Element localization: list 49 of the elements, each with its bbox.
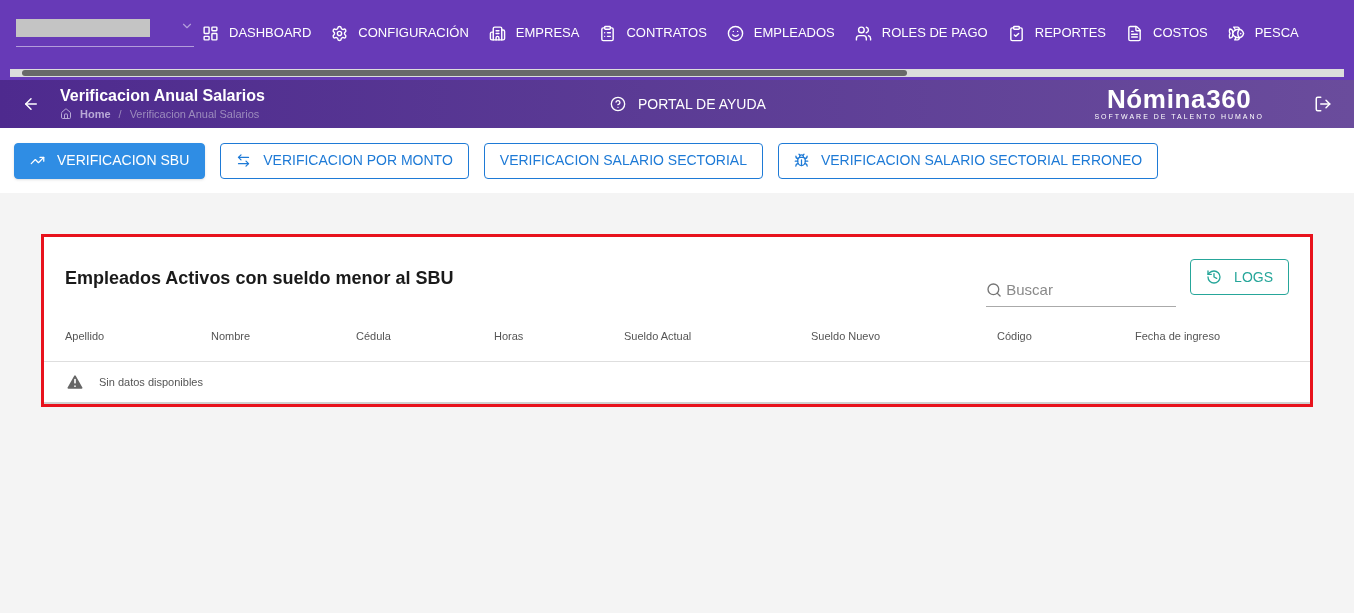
column-header: Sueldo Actual — [624, 329, 693, 345]
logout-icon[interactable] — [1314, 95, 1332, 113]
card-title: Empleados Activos con sueldo menor al SBU — [65, 267, 454, 290]
column-header: Sueldo Nuevo — [811, 329, 882, 345]
face-icon — [726, 24, 744, 42]
column-header: Horas — [494, 329, 525, 345]
bug-icon — [793, 153, 809, 168]
swap-arrows-icon — [236, 153, 252, 168]
column-header: Código — [997, 329, 1033, 345]
breadcrumb-link[interactable]: Home — [80, 105, 111, 123]
help-link[interactable]: PORTAL DE AYUDA — [610, 93, 766, 115]
nav-link[interactable]: CONFIGURACIÓN — [331, 23, 469, 43]
home-icon — [60, 108, 72, 120]
tab-button[interactable]: VERIFICACION SALARIO SECTORIAL ERRONEO — [777, 142, 1159, 179]
empty-message: Sin datos disponibles — [99, 374, 203, 390]
page-title: Verificacion Anual Salarios — [60, 85, 266, 106]
logo-text: Nómina360 — [1106, 85, 1252, 112]
clipboard-icon — [599, 24, 617, 42]
column-header: Fecha de ingreso — [1135, 329, 1221, 345]
column-header: Apellido — [65, 329, 106, 345]
nav-link[interactable]: EMPRESA — [488, 23, 580, 43]
history-icon — [1206, 269, 1223, 285]
fish-icon — [1227, 24, 1245, 42]
breadcrumb-current: Verificacion Anual Salarios — [129, 106, 260, 122]
scrollbar[interactable] — [0, 66, 1354, 80]
people-icon — [854, 24, 872, 42]
document-icon — [1126, 24, 1144, 42]
building-icon — [488, 24, 506, 42]
tab-button[interactable]: VERIFICACION SALARIO SECTORIAL — [483, 142, 763, 179]
nav-link[interactable]: CONTRATOS — [599, 23, 707, 43]
nav-link[interactable]: REPORTES — [1007, 23, 1107, 43]
nav-link[interactable]: PESCA — [1227, 23, 1299, 43]
help-icon — [610, 96, 626, 112]
search-icon — [986, 281, 1003, 299]
column-header: Cédula — [356, 329, 392, 345]
nav-link[interactable]: EMPLEADOS — [726, 23, 835, 43]
scrollbar-thumb[interactable] — [22, 70, 907, 76]
nav-link[interactable]: ROLES DE PAGO — [854, 23, 988, 43]
company-select[interactable] — [16, 19, 194, 47]
column-header: Nombre — [211, 329, 252, 345]
clipboard-icon — [1007, 24, 1025, 42]
warning-icon — [65, 372, 85, 392]
breadcrumb-separator: / — [118, 106, 122, 122]
tab-button[interactable]: VERIFICACION POR MONTO — [220, 142, 469, 179]
settings-icon — [331, 24, 349, 42]
dashboard-icon — [202, 24, 219, 42]
search-field[interactable]: Buscar — [1006, 278, 1177, 302]
nav-link[interactable]: DASHBOARD — [202, 23, 312, 43]
nav-link[interactable]: COSTOS — [1126, 23, 1208, 43]
